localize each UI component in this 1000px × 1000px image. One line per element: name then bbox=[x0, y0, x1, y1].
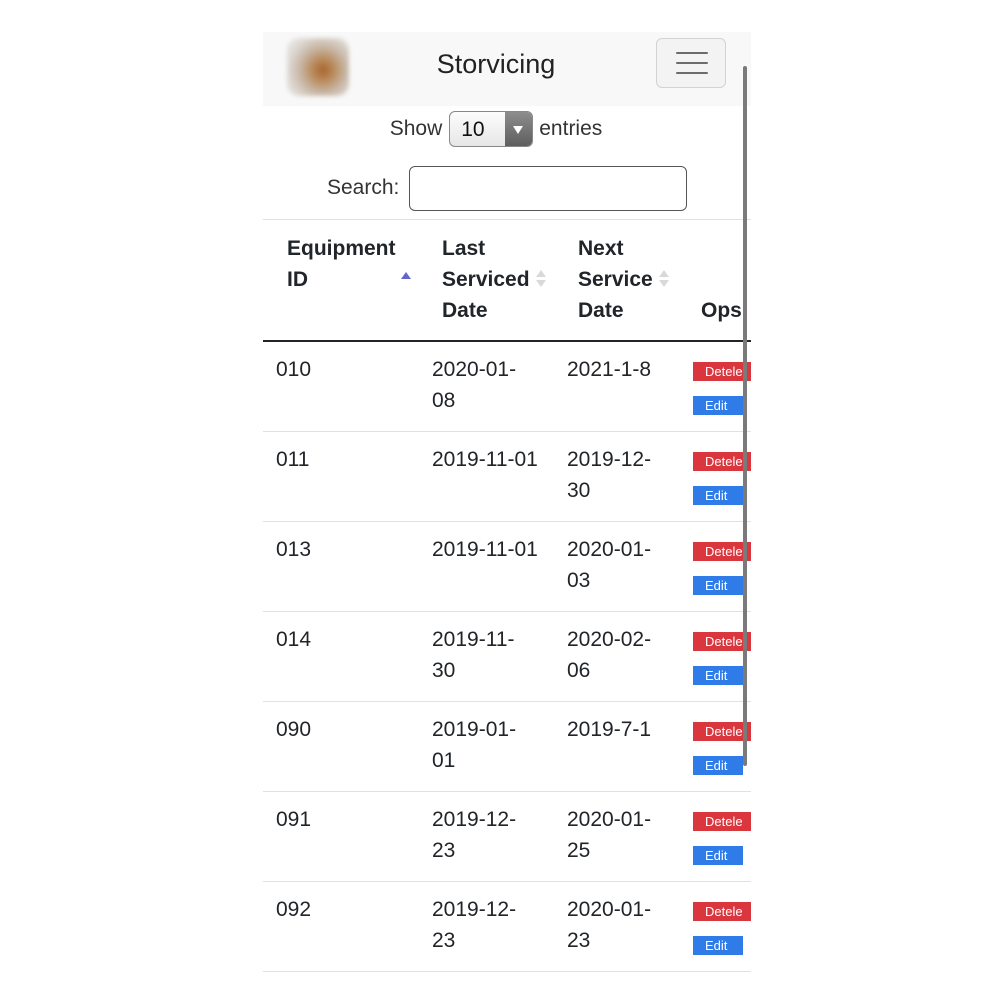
cell-last-serviced-date: 2020-01- 08 bbox=[432, 354, 550, 416]
edit-button[interactable]: Edit bbox=[693, 396, 743, 415]
cell-equipment-id: 092 bbox=[276, 898, 312, 921]
cell-next-service-date-line: 2020-01- bbox=[567, 808, 652, 831]
cell-next-service-date-line: 2019-12- bbox=[567, 448, 652, 471]
sort-ascending-icon bbox=[401, 272, 411, 279]
cell-equipment-id: 010 bbox=[276, 358, 312, 381]
cell-next-service-date: 2019-7-1 bbox=[567, 714, 677, 745]
scrollbar[interactable] bbox=[743, 66, 747, 766]
cell-next-service-date-line: 23 bbox=[567, 929, 591, 952]
table-row: 010 2020-01- 08 2021-1-8 Detele Edit bbox=[263, 342, 751, 432]
header-label-line: Last bbox=[442, 237, 486, 260]
navbar: Storvicing bbox=[263, 32, 751, 106]
cell-last-serviced-date: 2019-01- 01 bbox=[432, 714, 550, 776]
th-ops: Ops bbox=[701, 295, 742, 326]
entries-select[interactable]: 10 bbox=[449, 111, 534, 147]
cell-last-serviced-date-line: 2019-01- bbox=[432, 718, 517, 741]
cell-next-service-date-line: 2020-01- bbox=[567, 538, 652, 561]
cell-equipment-id: 014 bbox=[276, 628, 312, 651]
entries-select-value: 10 bbox=[461, 118, 485, 141]
cell-last-serviced-date-line: 2019-11-01 bbox=[432, 448, 538, 471]
delete-button[interactable]: Detele bbox=[693, 902, 751, 921]
cell-last-serviced-date-line: 23 bbox=[432, 839, 456, 862]
th-next-service-date[interactable]: Next Service Date bbox=[578, 233, 653, 326]
cell-last-serviced-date: 2019-11-01 bbox=[432, 534, 550, 565]
cell-last-serviced-date-line: 2019-12- bbox=[432, 808, 517, 831]
edit-button[interactable]: Edit bbox=[693, 576, 743, 595]
search-control: Search: bbox=[327, 165, 688, 211]
cell-last-serviced-date-line: 2020-01- bbox=[432, 358, 517, 381]
header-label-line: Equipment bbox=[287, 237, 396, 260]
cell-next-service-date-line: 30 bbox=[567, 479, 591, 502]
cell-next-service-date-line: 2021-1-8 bbox=[567, 358, 652, 381]
cell-equipment-id: 013 bbox=[276, 538, 312, 561]
th-equipment-id[interactable]: Equipment ID bbox=[287, 233, 396, 295]
edit-button[interactable]: Edit bbox=[693, 936, 743, 955]
cell-equipment-id: 011 bbox=[276, 448, 310, 471]
hamburger-menu-icon bbox=[676, 52, 708, 54]
cell-next-service-date-line: 2020-02- bbox=[567, 628, 652, 651]
cell-last-serviced-date-line: 01 bbox=[432, 749, 456, 772]
cell-last-serviced-date-line: 2019-11- bbox=[432, 628, 515, 651]
edit-button[interactable]: Edit bbox=[693, 486, 743, 505]
th-last-serviced-date[interactable]: Last Serviced Date bbox=[442, 233, 530, 326]
table-row: 014 2019-11- 30 2020-02- 06 Detele Edit bbox=[263, 612, 751, 702]
entries-label: entries bbox=[539, 117, 603, 140]
edit-button[interactable]: Edit bbox=[693, 666, 743, 685]
cell-equipment-id: 090 bbox=[276, 718, 312, 741]
hamburger-menu-button[interactable] bbox=[656, 38, 726, 88]
cell-next-service-date: 2020-01- 25 bbox=[567, 804, 677, 866]
search-label: Search: bbox=[327, 176, 400, 199]
hamburger-bar bbox=[676, 72, 708, 74]
cell-next-service-date: 2019-12- 30 bbox=[567, 444, 677, 506]
select-arrow bbox=[505, 112, 533, 146]
header-label-line: Serviced bbox=[442, 268, 530, 291]
hamburger-bar bbox=[676, 62, 708, 64]
header-label-line: Date bbox=[578, 299, 624, 322]
cell-equipment-id: 091 bbox=[276, 808, 312, 831]
cell-next-service-date: 2020-02- 06 bbox=[567, 624, 677, 686]
table-row: 090 2019-01- 01 2019-7-1 Detele Edit bbox=[263, 702, 751, 792]
cell-next-service-date: 2020-01- 03 bbox=[567, 534, 677, 596]
sort-both-icon bbox=[536, 270, 546, 288]
header-label-line: ID bbox=[287, 268, 308, 291]
cell-last-serviced-date: 2019-12- 23 bbox=[432, 804, 550, 866]
delete-button[interactable]: Detele bbox=[693, 812, 751, 831]
cell-last-serviced-date-line: 30 bbox=[432, 659, 456, 682]
cell-last-serviced-date: 2019-11-01 bbox=[432, 444, 550, 475]
cell-next-service-date-line: 2020-01- bbox=[567, 898, 652, 921]
cell-last-serviced-date-line: 2019-11-01 bbox=[432, 538, 538, 561]
edit-button[interactable]: Edit bbox=[693, 846, 743, 865]
cell-last-serviced-date-line: 2019-12- bbox=[432, 898, 517, 921]
sort-both-icon bbox=[659, 270, 669, 288]
header-label-line: Ops bbox=[701, 299, 742, 322]
table-body: 010 2020-01- 08 2021-1-8 Detele Edit 011 2019-1… bbox=[263, 342, 751, 972]
chevron-down-icon bbox=[513, 126, 524, 134]
header-label-line: Service bbox=[578, 268, 653, 291]
table-row: 092 2019-12- 23 2020-01- 23 Detele Edit bbox=[263, 882, 751, 972]
cell-last-serviced-date-line: 08 bbox=[432, 389, 456, 412]
table-row: 013 2019-11-01 2020-01- 03 Detele Edit bbox=[263, 522, 751, 612]
app-viewport: Storvicing Show 10 entries Search: Equip… bbox=[263, 32, 751, 1000]
cell-last-serviced-date-line: 23 bbox=[432, 929, 456, 952]
search-input[interactable] bbox=[409, 165, 688, 211]
header-label-line: Date bbox=[442, 299, 488, 322]
table-row: 091 2019-12- 23 2020-01- 25 Detele Edit bbox=[263, 792, 751, 882]
entries-length-control: Show 10 entries bbox=[263, 110, 729, 148]
cell-next-service-date: 2020-01- 23 bbox=[567, 894, 677, 956]
table-header: Equipment ID Last Serviced Date Next Service Da… bbox=[263, 220, 751, 340]
cell-next-service-date-line: 06 bbox=[567, 659, 591, 682]
cell-last-serviced-date: 2019-11- 30 bbox=[432, 624, 550, 686]
show-label: Show bbox=[389, 117, 443, 140]
cell-next-service-date: 2021-1-8 bbox=[567, 354, 677, 385]
cell-next-service-date-line: 2019-7-1 bbox=[567, 718, 652, 741]
cell-next-service-date-line: 25 bbox=[567, 839, 591, 862]
edit-button[interactable]: Edit bbox=[693, 756, 743, 775]
cell-next-service-date-line: 03 bbox=[567, 569, 591, 592]
cell-last-serviced-date: 2019-12- 23 bbox=[432, 894, 550, 956]
header-label-line: Next bbox=[578, 237, 624, 260]
table-row: 011 2019-11-01 2019-12- 30 Detele Edit bbox=[263, 432, 751, 522]
